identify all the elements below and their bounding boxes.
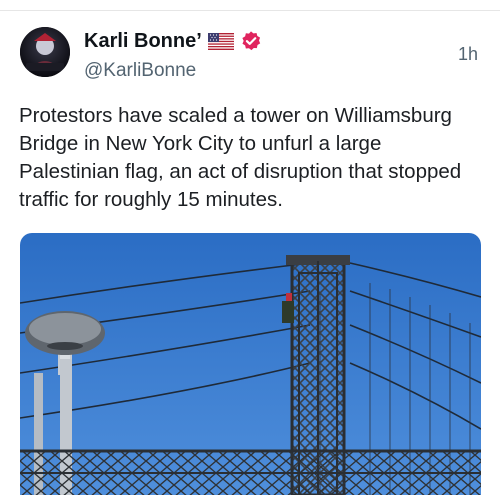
author-avatar[interactable]	[20, 27, 70, 77]
us-flag-icon	[207, 32, 234, 50]
post-card[interactable]: Karli Bonne’ @KarliBonne 1h Protestors h…	[0, 0, 500, 495]
author-name-row: Karli Bonne’	[84, 28, 262, 54]
bridge-truss	[20, 449, 481, 495]
post-media-image[interactable]	[20, 233, 481, 495]
avatar-image	[20, 27, 70, 77]
verified-badge-icon	[240, 30, 262, 52]
author-handle[interactable]: @KarliBonne	[84, 60, 196, 82]
post-timestamp[interactable]: 1h	[458, 44, 478, 65]
post-text: Protestors have scaled a tower on Willia…	[19, 104, 462, 211]
author-display-name[interactable]: Karli Bonne’	[84, 30, 202, 53]
